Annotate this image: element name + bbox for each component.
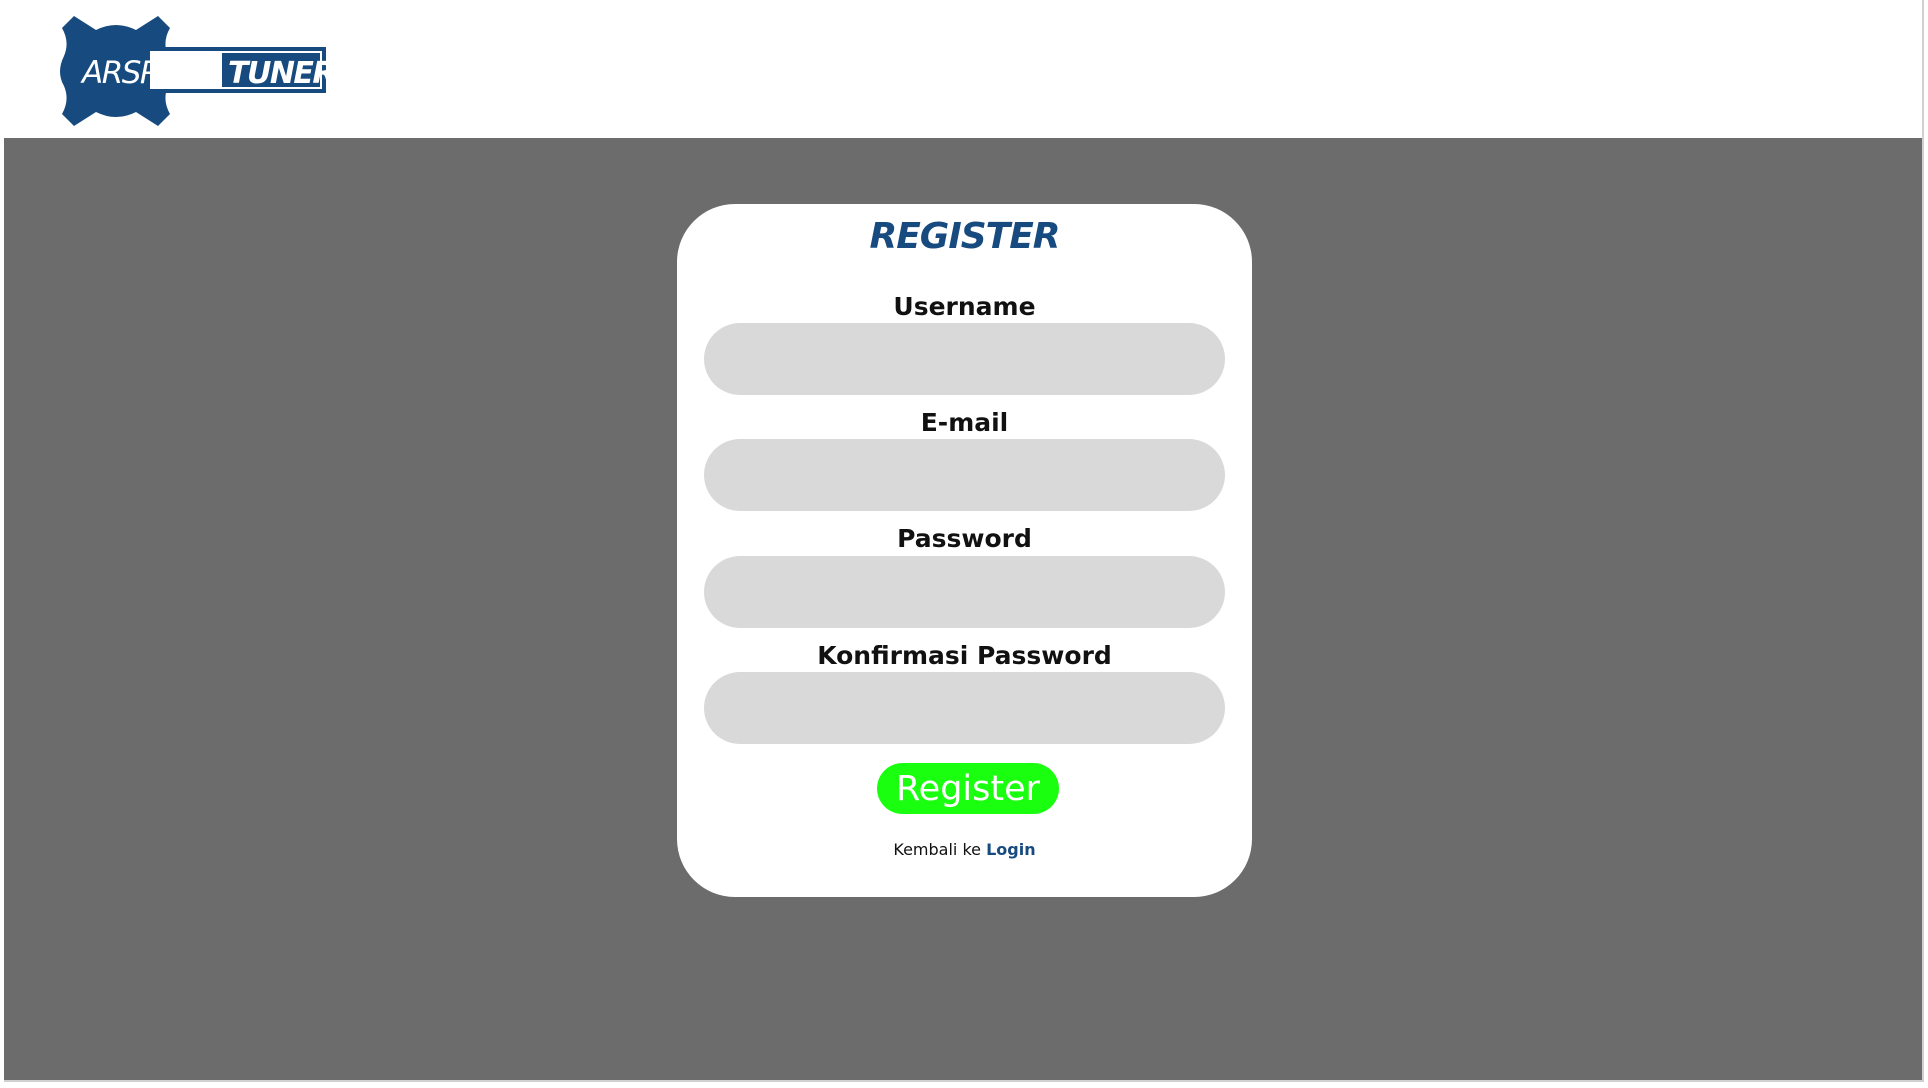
username-input[interactable]: [704, 323, 1225, 395]
logo-gear-icon: ARSPEED TUNER: [60, 16, 326, 126]
header: ARSPEED TUNER: [4, 0, 1922, 138]
password-input[interactable]: [704, 556, 1225, 628]
form-title: REGISTER: [869, 216, 1060, 257]
email-input[interactable]: [704, 439, 1225, 511]
confirm-password-input[interactable]: [704, 672, 1225, 744]
email-label: E-mail: [920, 408, 1009, 437]
back-to-login: Kembali ke Login: [677, 840, 1252, 859]
back-text: Kembali ke: [893, 840, 981, 859]
username-label: Username: [893, 292, 1036, 321]
register-card: REGISTER Username E-mail Password Konfir…: [677, 204, 1252, 897]
brand-name-part2: TUNER: [228, 56, 326, 91]
page-frame: ARSPEED TUNER REGISTER Username E-mail P…: [4, 0, 1924, 1082]
register-button[interactable]: Register: [877, 763, 1059, 814]
brand-logo[interactable]: ARSPEED TUNER: [56, 12, 326, 130]
brand-name-part1: ARSPEED: [80, 55, 216, 91]
password-label: Password: [897, 524, 1032, 553]
main-area: REGISTER Username E-mail Password Konfir…: [4, 138, 1922, 1080]
login-link[interactable]: Login: [986, 840, 1036, 859]
confirm-password-label: Konfirmasi Password: [817, 641, 1112, 670]
